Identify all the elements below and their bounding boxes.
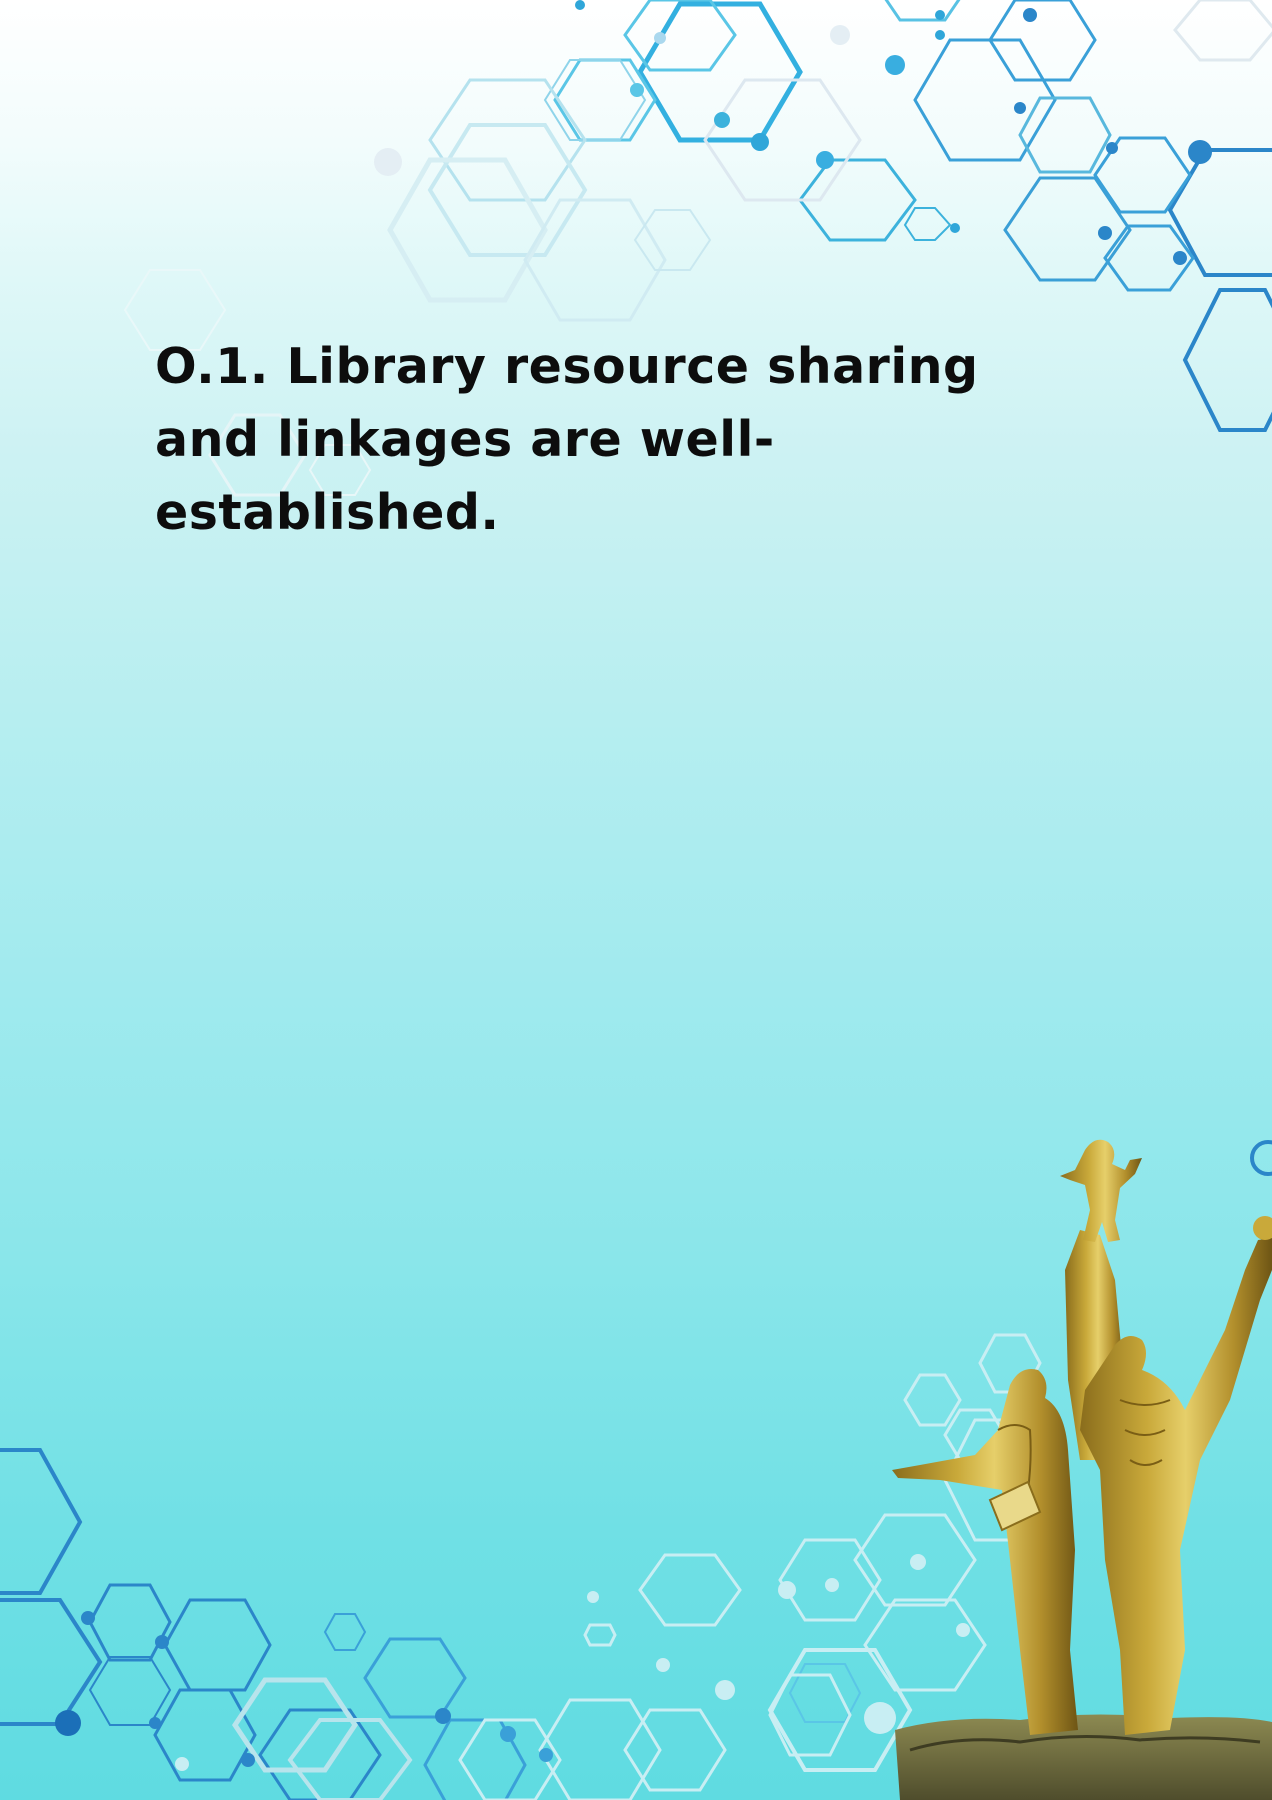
golden-monument-statue — [892, 1139, 1272, 1800]
page-heading: O.1. Library resource sharing and linkag… — [155, 338, 979, 541]
